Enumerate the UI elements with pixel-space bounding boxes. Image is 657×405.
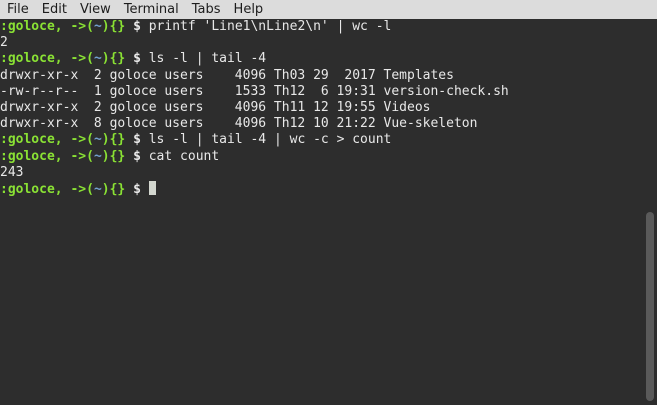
terminal-output[interactable]: :goloce, ->(~){} $ printf 'Line1\nLine2\… — [0, 19, 643, 405]
prompt-user: :goloce, — [0, 51, 63, 67]
prompt-cwd: ~ — [93, 51, 102, 67]
prompt-paren: ) — [101, 181, 110, 197]
prompt-paren: ) — [101, 132, 110, 148]
output-text: -rw-r--r-- 1 goloce users 1533 Th12 6 19… — [0, 83, 509, 99]
output-line: drwxr-xr-x 2 goloce users 4096 Th03 29 2… — [0, 68, 643, 84]
prompt-braces: {} — [109, 19, 126, 34]
text-cursor — [148, 180, 156, 195]
prompt-braces: {} — [109, 148, 126, 164]
prompt-paren: ( — [86, 19, 94, 34]
prompt-paren: ( — [86, 181, 94, 197]
command-text: ls -l | tail -4 — [148, 51, 267, 67]
output-line: 243 — [0, 165, 643, 181]
prompt-line: :goloce, ->(~){} $ cat count — [0, 149, 643, 165]
prompt-braces: {} — [109, 132, 126, 148]
menu-view[interactable]: View — [73, 0, 117, 19]
prompt-arrow: -> — [62, 19, 87, 34]
prompt-arrow: -> — [62, 51, 87, 67]
menu-bar: File Edit View Terminal Tabs Help — [0, 0, 657, 19]
prompt-symbol: $ — [125, 148, 149, 164]
prompt-line: :goloce, ->(~){} $ ls -l | tail -4 — [0, 51, 643, 67]
prompt-user: :goloce, — [0, 19, 63, 34]
prompt-symbol: $ — [125, 51, 149, 67]
prompt-paren: ) — [101, 19, 110, 34]
output-text: 2 — [0, 35, 8, 51]
prompt-line: :goloce, ->(~){} $ — [0, 180, 643, 197]
menu-terminal[interactable]: Terminal — [117, 0, 185, 19]
output-text: drwxr-xr-x 8 goloce users 4096 Th12 10 2… — [0, 116, 478, 132]
output-text: 243 — [0, 164, 24, 180]
prompt-paren: ( — [86, 148, 94, 164]
prompt-cwd: ~ — [93, 132, 102, 148]
output-text: drwxr-xr-x 2 goloce users 4096 Th03 29 2… — [0, 67, 454, 83]
prompt-symbol: $ — [125, 132, 149, 148]
prompt-user: :goloce, — [0, 132, 63, 148]
prompt-arrow: -> — [62, 181, 87, 197]
prompt-user: :goloce, — [0, 148, 63, 164]
prompt-cwd: ~ — [93, 181, 102, 197]
output-line: drwxr-xr-x 2 goloce users 4096 Th11 12 1… — [0, 100, 643, 116]
scrollbar-thumb[interactable] — [646, 212, 654, 401]
menu-edit[interactable]: Edit — [35, 0, 73, 19]
prompt-paren: ) — [101, 51, 110, 67]
prompt-line: :goloce, ->(~){} $ printf 'Line1\nLine2\… — [0, 19, 643, 35]
prompt-cwd: ~ — [93, 148, 102, 164]
menu-file[interactable]: File — [0, 0, 35, 19]
output-line: drwxr-xr-x 8 goloce users 4096 Th12 10 2… — [0, 116, 643, 132]
output-line: -rw-r--r-- 1 goloce users 1533 Th12 6 19… — [0, 84, 643, 100]
menu-help[interactable]: Help — [227, 0, 270, 19]
prompt-paren: ) — [101, 148, 110, 164]
prompt-arrow: -> — [62, 148, 87, 164]
prompt-braces: {} — [109, 51, 126, 67]
prompt-arrow: -> — [62, 132, 87, 148]
prompt-cwd: ~ — [93, 19, 102, 34]
prompt-braces: {} — [109, 181, 126, 197]
prompt-paren: ( — [86, 132, 94, 148]
command-text: cat count — [148, 148, 220, 164]
prompt-symbol: $ — [125, 19, 149, 34]
menu-tabs[interactable]: Tabs — [185, 0, 227, 19]
prompt-symbol: $ — [125, 181, 149, 197]
output-line: 2 — [0, 35, 643, 51]
prompt-paren: ( — [86, 51, 94, 67]
terminal-scrollbar[interactable] — [643, 19, 657, 405]
prompt-line: :goloce, ->(~){} $ ls -l | tail -4 | wc … — [0, 132, 643, 148]
command-text: ls -l | tail -4 | wc -c > count — [148, 132, 392, 148]
output-text: drwxr-xr-x 2 goloce users 4096 Th11 12 1… — [0, 99, 431, 115]
prompt-user: :goloce, — [0, 181, 63, 197]
command-text: printf 'Line1\nLine2\n' | wc -l — [148, 19, 392, 34]
